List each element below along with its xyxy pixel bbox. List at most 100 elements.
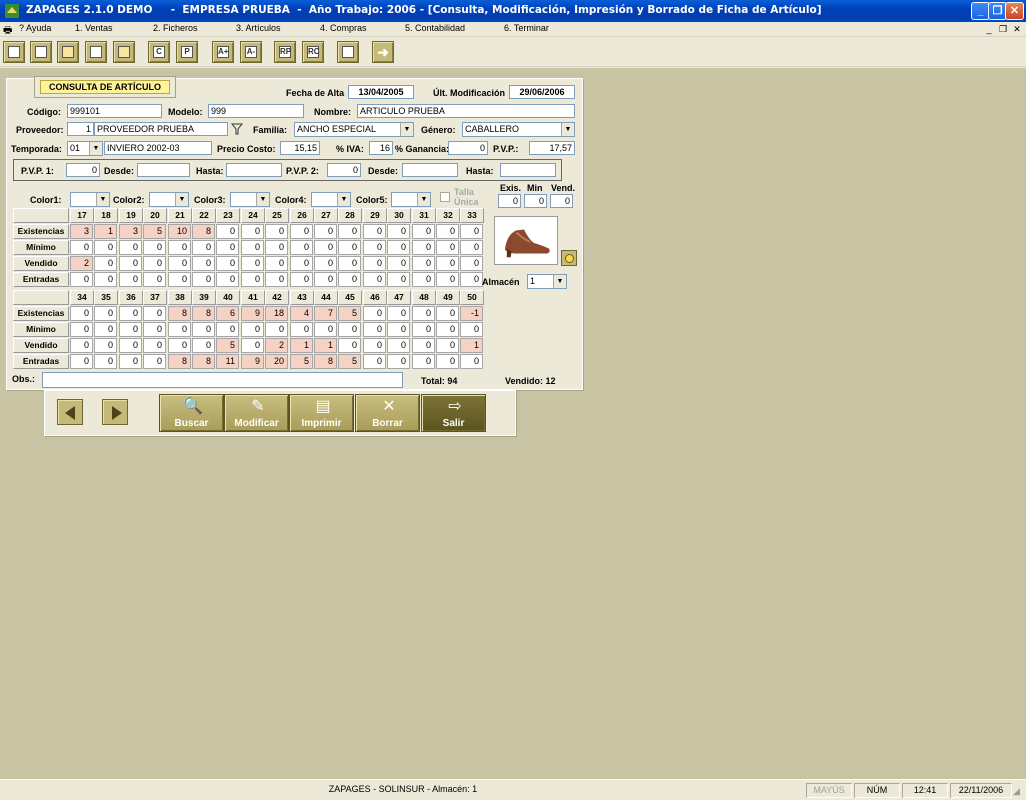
grid-cell[interactable]: 0	[70, 240, 93, 255]
grid-cell[interactable]: 5	[338, 354, 361, 369]
almacen-select[interactable]: 1 ▼	[527, 274, 567, 289]
grid-cell[interactable]: 0	[314, 322, 337, 337]
grid-cell[interactable]: 0	[192, 240, 215, 255]
pvp-field[interactable]: 17,57	[529, 141, 575, 155]
grid-cell[interactable]: 0	[168, 338, 191, 353]
grid-cell[interactable]: 0	[94, 322, 117, 337]
grid-cell[interactable]: 8	[192, 354, 215, 369]
grid-cell[interactable]: 5	[290, 354, 313, 369]
imprimir-button[interactable]: ▤ Imprimir	[289, 394, 354, 432]
grid-cell[interactable]: 0	[412, 322, 435, 337]
grid-cell[interactable]: 0	[290, 224, 313, 239]
grid-cell[interactable]: 2	[265, 338, 288, 353]
grid-cell[interactable]: 0	[314, 240, 337, 255]
grid-cell[interactable]: 0	[436, 224, 459, 239]
grid-cell[interactable]: 0	[412, 256, 435, 271]
color3-select[interactable]: ▼	[230, 192, 270, 207]
grid-cell[interactable]: 0	[265, 322, 288, 337]
grid-cell[interactable]: 0	[412, 224, 435, 239]
proveedor-code-field[interactable]: 1	[67, 122, 94, 136]
grid-cell[interactable]: 0	[119, 256, 142, 271]
grid-cell[interactable]: 0	[265, 240, 288, 255]
grid-cell[interactable]: 0	[119, 306, 142, 321]
grid-cell[interactable]: 0	[168, 322, 191, 337]
grid-cell[interactable]: 0	[119, 338, 142, 353]
menu-compras[interactable]: 4. Compras	[320, 23, 367, 33]
grid-cell[interactable]: 0	[387, 240, 410, 255]
grid-cell[interactable]: 20	[265, 354, 288, 369]
c-icon[interactable]: C	[148, 41, 170, 63]
grid-cell[interactable]: 1	[460, 338, 483, 353]
grid-cell[interactable]: 0	[216, 322, 239, 337]
chevron-down-icon[interactable]: ▼	[175, 193, 188, 206]
grid-cell[interactable]: 0	[387, 338, 410, 353]
grid-cell[interactable]: 0	[387, 256, 410, 271]
color2-select[interactable]: ▼	[149, 192, 189, 207]
chevron-down-icon[interactable]: ▼	[553, 275, 566, 288]
grid-cell[interactable]: 5	[216, 338, 239, 353]
grid-cell[interactable]: 0	[387, 306, 410, 321]
nombre-field[interactable]: ARTICULO PRUEBA	[357, 104, 575, 118]
grid-cell[interactable]: 0	[290, 240, 313, 255]
grid-cell[interactable]: 1	[290, 338, 313, 353]
grid-cell[interactable]: 0	[94, 354, 117, 369]
close-button[interactable]: ✕	[1005, 2, 1024, 20]
menu-ventas[interactable]: 1. Ventas	[75, 23, 113, 33]
chevron-down-icon[interactable]: ▼	[561, 123, 574, 136]
grid-cell[interactable]: 0	[143, 272, 166, 287]
previous-button[interactable]	[57, 399, 83, 425]
grid-cell[interactable]: 0	[265, 272, 288, 287]
grid-cell[interactable]: 0	[216, 240, 239, 255]
mdi-close-icon[interactable]: ✕	[1011, 23, 1023, 35]
a-plus-icon[interactable]: A+	[212, 41, 234, 63]
grid-cell[interactable]: 0	[387, 354, 410, 369]
grid-cell[interactable]: 0	[387, 322, 410, 337]
grid-cell[interactable]: 0	[290, 272, 313, 287]
grid-cell[interactable]: 0	[143, 322, 166, 337]
chevron-down-icon[interactable]: ▼	[400, 123, 413, 136]
desde2-field[interactable]	[402, 163, 458, 177]
grid-cell[interactable]: 0	[241, 240, 264, 255]
grid-cell[interactable]: 0	[143, 338, 166, 353]
grid-cell[interactable]: 0	[241, 338, 264, 353]
grid-cell[interactable]: 9	[241, 306, 264, 321]
grid-cell[interactable]: 0	[290, 256, 313, 271]
list2-icon[interactable]	[85, 41, 107, 63]
grid-cell[interactable]: 0	[338, 240, 361, 255]
grid-cell[interactable]: 0	[265, 256, 288, 271]
grid-cell[interactable]: 0	[387, 224, 410, 239]
genero-select[interactable]: CABALLERO ▼	[462, 122, 575, 137]
grid-cell[interactable]: 6	[216, 306, 239, 321]
grid-cell[interactable]: 0	[119, 272, 142, 287]
grid-cell[interactable]: 0	[192, 322, 215, 337]
chevron-down-icon[interactable]: ▼	[256, 193, 269, 206]
grid-cell[interactable]: 0	[216, 224, 239, 239]
mdi-restore-icon[interactable]: ❐	[997, 23, 1009, 35]
grid-cell[interactable]: 2	[70, 256, 93, 271]
menu-terminar[interactable]: 6. Terminar	[504, 23, 549, 33]
grid-cell[interactable]: 8	[192, 306, 215, 321]
grid-cell[interactable]: 0	[460, 256, 483, 271]
image-browse-button[interactable]	[561, 250, 577, 266]
rp-icon[interactable]: RP	[274, 41, 296, 63]
grid-cell[interactable]: 0	[216, 256, 239, 271]
grid-cell[interactable]: 5	[338, 306, 361, 321]
a-minus-icon[interactable]: A-	[240, 41, 262, 63]
grid-cell[interactable]: 0	[436, 256, 459, 271]
mdi-minimize-icon[interactable]: _	[983, 23, 995, 35]
next-icon[interactable]: ➜	[372, 41, 394, 63]
ult-mod-field[interactable]: 29/06/2006	[509, 85, 575, 99]
grid-cell[interactable]: 8	[168, 306, 191, 321]
grid-cell[interactable]: 0	[143, 240, 166, 255]
grid-cell[interactable]: 8	[192, 224, 215, 239]
grid-cell[interactable]: 0	[412, 272, 435, 287]
grid-cell[interactable]: 0	[314, 272, 337, 287]
grid-cell[interactable]: 11	[216, 354, 239, 369]
grid-cell[interactable]: 0	[436, 354, 459, 369]
grid-cell[interactable]: 0	[363, 354, 386, 369]
grid-cell[interactable]: 0	[314, 256, 337, 271]
grid-cell[interactable]: 0	[290, 322, 313, 337]
proveedor-name-field[interactable]: PROVEEDOR PRUEBA	[94, 122, 228, 136]
iva-field[interactable]: 16	[369, 141, 393, 155]
grid-cell[interactable]: 0	[94, 338, 117, 353]
